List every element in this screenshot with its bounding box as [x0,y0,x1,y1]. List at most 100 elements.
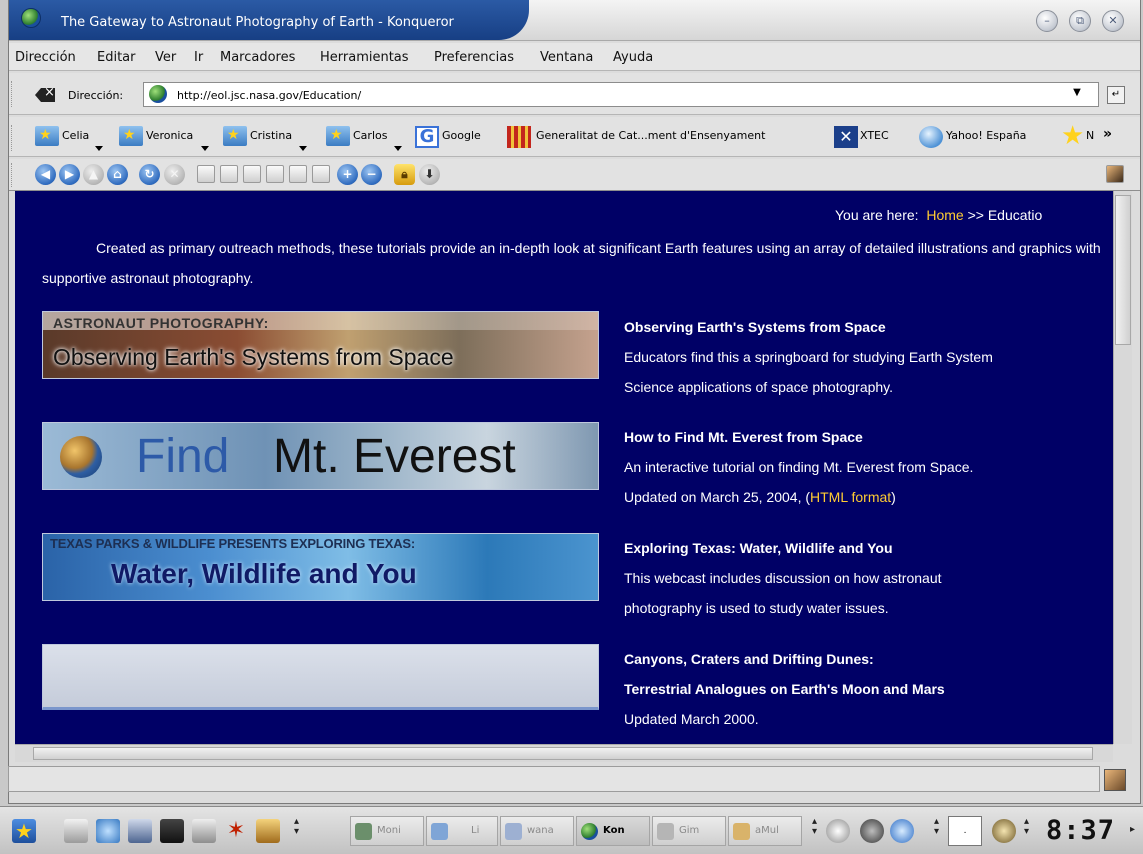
clock[interactable]: 8:37 [1046,815,1115,846]
task-moni[interactable]: Moni [350,816,424,846]
tray-scroll-arrows-icon[interactable]: ▴ ▾ [812,817,817,837]
paste-icon[interactable] [243,165,261,183]
up-icon[interactable]: ▲ [83,164,104,185]
google-icon[interactable]: G [415,126,439,148]
menu-marcadores[interactable]: Marcadores [220,50,295,65]
clock-arrows-icon[interactable]: ▴ ▾ [1024,817,1029,837]
exploring-texas-banner[interactable]: TEXAS PARKS & WILDLIFE PRESENTS EXPLORIN… [42,533,599,601]
bookmark-n[interactable]: N [1086,129,1094,142]
home-folder-icon[interactable] [64,819,88,843]
bookmark-folder-icon[interactable] [119,126,143,146]
html-format-link[interactable]: HTML format [810,489,891,505]
mail-icon[interactable] [128,819,152,843]
bookmark-generalitat[interactable]: Generalitat de Cat...ment d'Ensenyament [536,129,765,142]
chevron-down-icon[interactable] [299,146,307,151]
print-frame-icon[interactable] [289,165,307,183]
entry-title-line2[interactable]: Terrestrial Analogues on Earth's Moon an… [624,674,1113,704]
editor-icon[interactable] [192,819,216,843]
forward-icon[interactable]: ▶ [59,164,80,185]
location-history-dropdown-icon[interactable]: ▼ [1069,87,1085,101]
maximize-icon[interactable]: ⧉ [1069,10,1091,32]
panel-hide-arrow-icon[interactable]: ▸ [1130,825,1135,835]
entry-title[interactable]: Exploring Texas: Water, Wildlife and You [624,533,1113,563]
lock-icon[interactable]: 🔒︎ [394,164,415,185]
menu-preferencias[interactable]: Preferencias [434,50,514,65]
task-amule[interactable]: aMul [728,816,802,846]
bookmark-folder-celia[interactable]: Celia [62,129,89,142]
task-gimp[interactable]: Gim [652,816,726,846]
breadcrumb-home-link[interactable]: Home [926,207,963,223]
chevron-down-icon[interactable] [95,146,103,151]
back-icon[interactable]: ◀ [35,164,56,185]
toolbar-grip[interactable] [11,81,15,107]
cut-icon[interactable] [197,165,215,183]
bookmark-folder-icon[interactable] [35,126,59,146]
kde-menu-star-icon[interactable]: ★ [12,819,36,843]
task-wana[interactable]: wana [500,816,574,846]
clear-location-icon[interactable] [35,88,55,102]
menu-ayuda[interactable]: Ayuda [613,50,653,65]
toolbar-grip[interactable] [11,163,15,187]
download-icon[interactable]: ⬇ [419,164,440,185]
generalitat-icon[interactable] [507,126,531,148]
zoom-in-icon[interactable]: + [337,164,358,185]
find-mt-everest-banner[interactable]: Find Mt. Everest [42,422,599,490]
horizontal-scroll-thumb[interactable] [33,747,1093,760]
bookmark-folder-icon[interactable] [326,126,350,146]
canyons-craters-banner[interactable] [42,644,599,710]
pager-arrows-icon[interactable]: ▴ ▾ [934,817,939,837]
volume-icon[interactable] [826,819,850,843]
vertical-scroll-thumb[interactable] [1115,195,1131,345]
stop-icon[interactable]: ✕ [164,164,185,185]
konqueror-globe-icon[interactable] [21,8,41,28]
desktop-pager[interactable]: . [948,816,982,846]
bookmark-folder-carlos[interactable]: Carlos [353,129,387,142]
go-button[interactable]: ↵ [1107,86,1125,104]
network-icon[interactable] [96,819,120,843]
copy-icon[interactable] [220,165,238,183]
reload-icon[interactable]: ↻ [139,164,160,185]
bookmark-google[interactable]: Google [442,129,481,142]
minimize-icon[interactable]: – [1036,10,1058,32]
menu-direccion[interactable]: Dirección [15,50,76,65]
bookmark-yahoo[interactable]: Yahoo! España [946,129,1026,142]
terminal-icon[interactable] [160,819,184,843]
find-icon[interactable] [312,165,330,183]
launcher-scroll-arrows-icon[interactable]: ▴ ▾ [294,817,299,837]
menu-ver[interactable]: Ver [155,50,176,65]
title-bar[interactable]: The Gateway to Astronaut Photography of … [9,0,1140,41]
bookmark-folder-cristina[interactable]: Cristina [250,129,292,142]
amule-launcher-icon[interactable] [256,819,280,843]
chevron-down-icon[interactable] [394,146,402,151]
bookmark-folder-icon[interactable] [223,126,247,146]
security-status-icon[interactable] [1104,769,1126,791]
zoom-out-icon[interactable]: − [361,164,382,185]
bookmark-xtec[interactable]: XTEC [860,129,889,142]
chevron-down-icon[interactable] [201,146,209,151]
menu-editar[interactable]: Editar [97,50,136,65]
menu-herramientas[interactable]: Herramientas [320,50,409,65]
vertical-scrollbar[interactable] [1113,191,1132,744]
entry-title[interactable]: Observing Earth's Systems from Space [624,312,1113,342]
system-tray-icon[interactable] [992,819,1016,843]
xtec-icon[interactable]: ✕ [834,126,858,148]
location-url[interactable]: http://eol.jsc.nasa.gov/Education/ [177,89,361,102]
observing-earth-banner[interactable]: ASTRONAUT PHOTOGRAPHY: Observing Earth's… [42,311,599,379]
download-manager-icon[interactable] [860,819,884,843]
bookmark-star-icon[interactable]: ✶ [224,819,248,843]
task-konqueror[interactable]: Kon [576,816,650,846]
task-li[interactable]: Li [426,816,498,846]
print-icon[interactable] [266,165,284,183]
toolbar-grip[interactable] [11,125,15,151]
menu-ventana[interactable]: Ventana [540,50,593,65]
bookmark-folder-veronica[interactable]: Veronica [146,129,193,142]
media-player-icon[interactable] [890,819,914,843]
more-bookmarks-icon[interactable]: » [1103,126,1112,142]
menu-ir[interactable]: Ir [194,50,203,65]
entry-title[interactable]: How to Find Mt. Everest from Space [624,422,1113,452]
yahoo-icon[interactable] [919,126,943,148]
home-icon[interactable]: ⌂ [107,164,128,185]
horizontal-scrollbar[interactable] [15,744,1113,762]
close-icon[interactable]: ✕ [1102,10,1124,32]
entry-title[interactable]: Canyons, Craters and Drifting Dunes: [624,644,1113,674]
